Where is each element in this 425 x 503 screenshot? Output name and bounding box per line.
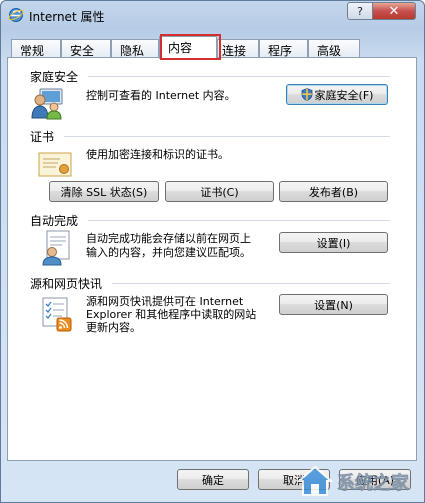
tab-strip: 常规 安全 隐私 内容 连接 程序 高级 [7,34,417,60]
certificates-title: 证书 [30,130,55,144]
tab-label: 常规 [20,44,45,58]
family-safety-icon [31,88,63,120]
tab-content[interactable]: 内容 [159,36,217,59]
title-bar[interactable]: Internet 属性 ? ✕ [1,1,424,29]
help-button[interactable]: ? [347,2,373,20]
tab-general[interactable]: 常规 [11,39,61,58]
family-safety-description: 控制可查看的 Internet 内容。 [86,89,236,102]
tab-privacy[interactable]: 隐私 [111,39,159,58]
autocomplete-icon [42,230,70,266]
shield-icon [301,88,312,101]
divider [112,283,390,284]
feeds-description-line1: 源和网页快讯提供可在 Internet [86,295,244,308]
divider [88,76,390,77]
autocomplete-description-line2: 输入的内容，并向您建议匹配项。 [86,246,251,259]
tab-label: 内容 [168,41,193,55]
autocomplete-title: 自动完成 [30,214,79,228]
window-title: Internet 属性 [29,10,105,24]
close-icon: ✕ [388,3,400,19]
feeds-description-line2: Explorer 和其他程序中读取的网站 [86,308,257,321]
certificates-button-label: 证书(C) [200,185,239,199]
family-safety-button[interactable]: 家庭安全(F) [286,84,388,105]
autocomplete-description-line1: 自动完成功能会存储以前在网页上 [86,232,251,245]
feeds-settings-label: 设置(N) [314,298,353,312]
feeds-icon [42,297,72,332]
tab-label: 连接 [222,44,247,58]
publishers-button[interactable]: 发布者(B) [279,181,388,202]
tab-connections[interactable]: 连接 [217,39,259,58]
clear-ssl-state-button[interactable]: 清除 SSL 状态(S) [49,181,159,202]
content-panel: 家庭安全 控制可查看的 Internet 内容。 家庭安全(F) 证书 使用加密… [7,57,417,461]
watermark-logo: 系统之家 [296,465,410,496]
tab-security[interactable]: 安全 [61,39,111,58]
clear-ssl-state-label: 清除 SSL 状态(S) [60,185,148,199]
ok-button[interactable]: 确定 [177,469,249,490]
family-safety-title: 家庭安全 [30,70,79,84]
help-icon: ? [357,4,363,18]
autocomplete-settings-button[interactable]: 设置(I) [279,232,388,253]
tab-label: 安全 [70,44,95,58]
certificate-icon [38,152,72,177]
publishers-button-label: 发布者(B) [308,185,359,199]
certificates-description: 使用加密连接和标识的证书。 [86,148,229,161]
divider [88,220,390,221]
feeds-settings-button[interactable]: 设置(N) [279,294,388,315]
tab-label: 隐私 [120,44,145,58]
tab-label: 程序 [268,44,293,58]
watermark-text: 系统之家 [337,472,410,494]
feeds-title: 源和网页快讯 [30,277,103,291]
family-safety-button-label: 家庭安全(F) [314,88,374,102]
close-button[interactable]: ✕ [372,2,416,20]
feeds-description-line3: 更新内容。 [86,321,141,334]
internet-explorer-icon [8,8,24,22]
certificates-button[interactable]: 证书(C) [165,181,274,202]
divider [64,136,390,137]
tab-advanced[interactable]: 高级 [308,39,360,58]
tab-programs[interactable]: 程序 [259,39,308,58]
tab-label: 高级 [317,44,342,58]
ok-button-label: 确定 [202,473,224,487]
dialog-window: Internet 属性 ? ✕ 常规 安全 隐私 内容 连接 程序 高级 家庭安… [0,0,425,503]
autocomplete-settings-label: 设置(I) [316,236,351,250]
